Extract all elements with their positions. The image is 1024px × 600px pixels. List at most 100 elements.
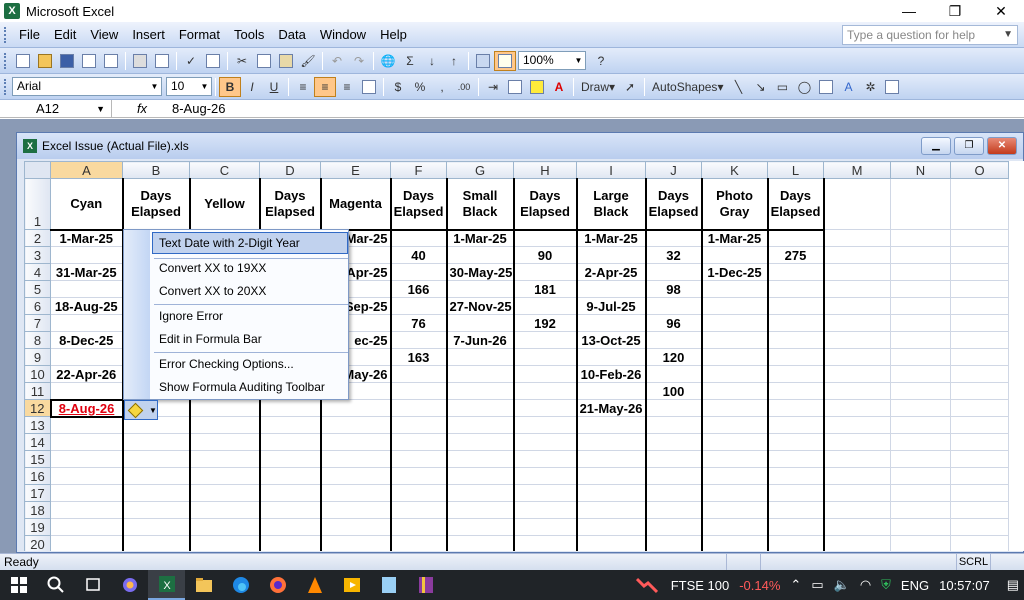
notification-icon[interactable]: ▤ [1007, 577, 1019, 593]
cell[interactable]: 2-Apr-25 [576, 263, 647, 281]
cell[interactable] [390, 433, 448, 451]
menu-window[interactable]: Window [313, 27, 373, 42]
menu-grip[interactable] [4, 26, 8, 43]
cell[interactable] [701, 382, 769, 400]
cell[interactable] [950, 365, 1009, 383]
font-select[interactable]: Arial ▼ [12, 77, 162, 96]
cell[interactable] [390, 467, 448, 485]
cell[interactable] [950, 450, 1009, 468]
cell[interactable] [823, 280, 891, 298]
sort-ascending-icon[interactable]: ↓ [421, 51, 443, 71]
cell[interactable] [576, 450, 647, 468]
cell[interactable] [576, 518, 647, 536]
row-header[interactable]: 19 [24, 518, 51, 536]
cell[interactable] [320, 535, 392, 551]
zoom-select[interactable]: 100% ▼ [518, 51, 586, 70]
bold-button[interactable]: B [219, 76, 241, 97]
column-header-o[interactable]: O [950, 161, 1009, 179]
row-header[interactable]: 16 [24, 467, 51, 485]
menu-item-text-date[interactable]: Text Date with 2-Digit Year [159, 236, 300, 250]
header-cell[interactable]: Magenta [320, 178, 392, 231]
cell[interactable]: 7-Jun-26 [446, 331, 515, 349]
cell[interactable]: 21-May-26 [576, 399, 647, 417]
cell[interactable] [767, 467, 825, 485]
cell[interactable] [701, 450, 769, 468]
cell[interactable] [701, 518, 769, 536]
cell[interactable] [50, 535, 124, 551]
cell[interactable]: 18-Aug-25 [50, 297, 124, 315]
cell[interactable] [390, 229, 448, 247]
cell[interactable]: 13-Oct-25 [576, 331, 647, 349]
clock[interactable]: 10:57:07 [939, 578, 990, 593]
row-header[interactable]: 14 [24, 433, 51, 451]
cell[interactable] [513, 297, 578, 315]
row-header[interactable]: 10 [24, 365, 51, 383]
cell[interactable] [767, 280, 825, 298]
cell[interactable] [701, 467, 769, 485]
cell[interactable] [767, 484, 825, 502]
wordart-icon[interactable]: A [837, 77, 859, 97]
cell[interactable] [320, 501, 392, 519]
cell[interactable]: 166 [390, 280, 448, 298]
cell[interactable] [823, 229, 891, 247]
cell[interactable] [446, 382, 515, 400]
cell[interactable] [189, 535, 261, 551]
formula-input[interactable]: 8-Aug-26 [172, 101, 225, 116]
column-header-c[interactable]: C [189, 161, 260, 179]
menu-item-show-auditing-toolbar[interactable]: Show Formula Auditing Toolbar [159, 380, 325, 394]
cell[interactable] [390, 535, 448, 551]
file-explorer-icon[interactable] [185, 570, 222, 600]
cell[interactable] [890, 467, 951, 485]
cell[interactable] [950, 382, 1009, 400]
chart-wizard-icon[interactable] [472, 51, 494, 71]
column-header-g[interactable]: G [446, 161, 514, 179]
cell[interactable]: 10-Feb-26 [576, 365, 647, 383]
cell[interactable] [446, 399, 515, 417]
cell[interactable] [701, 535, 769, 551]
edge-icon[interactable] [222, 570, 259, 600]
menu-tools[interactable]: Tools [227, 27, 271, 42]
cell[interactable] [701, 297, 769, 315]
cell[interactable] [950, 348, 1009, 366]
cell[interactable] [446, 484, 515, 502]
cell[interactable] [890, 535, 951, 551]
column-header-j[interactable]: J [645, 161, 702, 179]
redo-icon[interactable]: ↷ [348, 51, 370, 71]
cell[interactable] [390, 484, 448, 502]
column-header-b[interactable]: B [122, 161, 190, 179]
cell[interactable] [50, 348, 124, 366]
row-header[interactable]: 17 [24, 484, 51, 502]
cell[interactable] [320, 416, 392, 434]
header-cell[interactable]: Large Black [576, 178, 647, 231]
menu-file[interactable]: File [12, 27, 47, 42]
cell[interactable] [645, 518, 703, 536]
borders-icon[interactable] [504, 77, 526, 97]
cell[interactable] [576, 280, 647, 298]
cell[interactable] [950, 518, 1009, 536]
cell[interactable] [390, 297, 448, 315]
cell[interactable] [122, 450, 191, 468]
cell[interactable] [890, 484, 951, 502]
vlc-icon[interactable] [296, 570, 333, 600]
cell[interactable] [446, 467, 515, 485]
cell[interactable] [950, 331, 1009, 349]
cell[interactable] [513, 399, 578, 417]
cell[interactable]: 27-Nov-25 [446, 297, 515, 315]
cell[interactable] [576, 467, 647, 485]
new-icon[interactable] [12, 51, 34, 71]
arrow-icon[interactable]: ↘ [749, 77, 771, 97]
cell[interactable] [390, 331, 448, 349]
cell[interactable] [823, 416, 891, 434]
cell[interactable] [767, 263, 825, 281]
header-cell[interactable]: Days Elapsed [122, 178, 191, 231]
cell[interactable] [767, 365, 825, 383]
cell[interactable] [513, 433, 578, 451]
cell[interactable] [950, 314, 1009, 332]
cell[interactable]: 32 [645, 246, 703, 264]
format-painter-icon[interactable]: 🖌 [297, 51, 319, 71]
cell[interactable] [823, 535, 891, 551]
insert-function-icon[interactable]: fx [112, 101, 172, 116]
volume-icon[interactable]: 🔈 [834, 577, 850, 593]
cell[interactable] [890, 416, 951, 434]
cell[interactable] [513, 535, 578, 551]
